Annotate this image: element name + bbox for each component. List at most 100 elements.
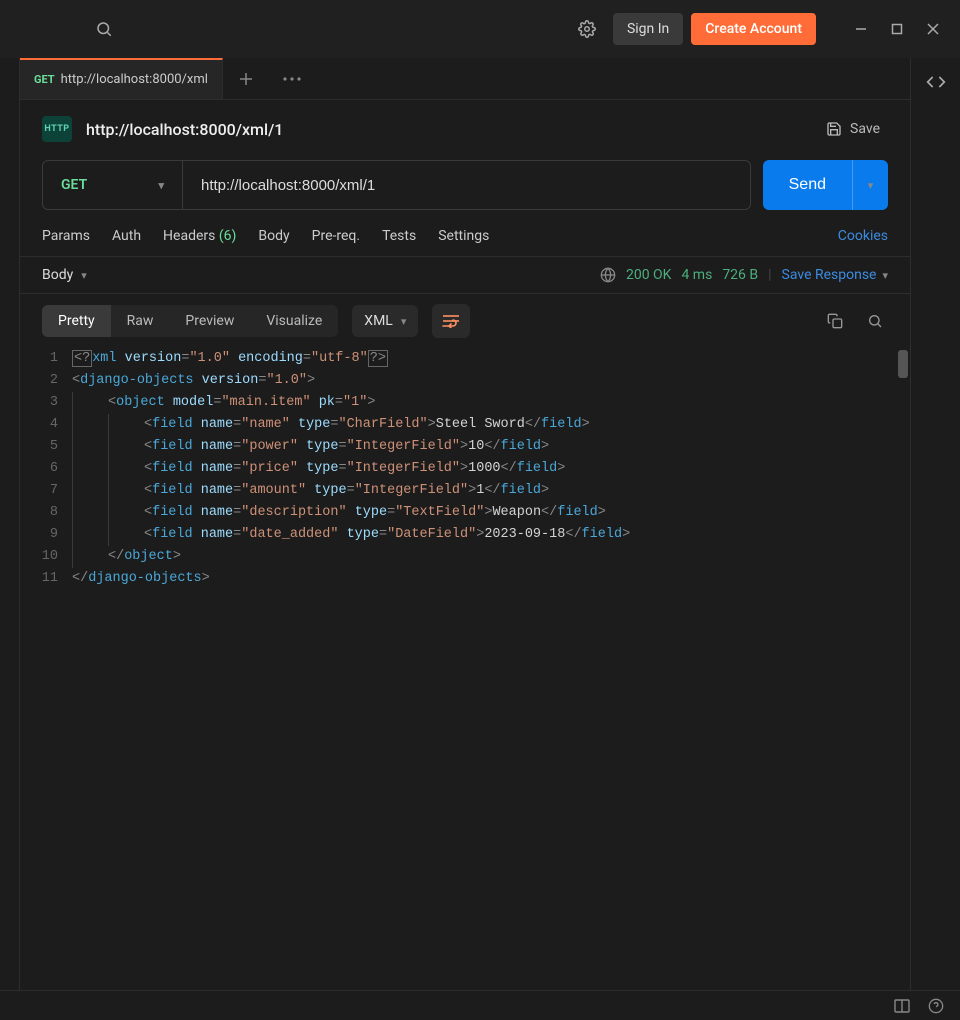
line-number: 7 [20, 480, 72, 502]
tab-headers-label: Headers [163, 228, 215, 244]
url-input[interactable] [183, 161, 750, 209]
cookies-link[interactable]: Cookies [838, 228, 888, 244]
tab-settings[interactable]: Settings [438, 228, 489, 244]
code-line: 6<field name="price" type="IntegerField"… [20, 458, 910, 480]
chevron-down-icon: ▾ [868, 179, 874, 192]
scrollbar-thumb[interactable] [898, 350, 908, 378]
tab-overflow-button[interactable] [269, 58, 315, 99]
line-number: 6 [20, 458, 72, 480]
code-line: 2<django-objects version="1.0"> [20, 370, 910, 392]
line-number: 8 [20, 502, 72, 524]
code-line: 9<field name="date_added" type="DateFiel… [20, 524, 910, 546]
titlebar: Sign In Create Account [0, 0, 960, 58]
panel-toggle-icon[interactable] [894, 999, 910, 1013]
wrap-lines-button[interactable] [432, 304, 470, 338]
line-number: 9 [20, 524, 72, 546]
chevron-down-icon: ▾ [882, 269, 888, 282]
view-mode-segment: Pretty Raw Preview Visualize [42, 305, 338, 337]
urlbar: GET ▾ Send ▾ [42, 160, 888, 210]
code-line: 3<object model="main.item" pk="1"> [20, 392, 910, 414]
view-raw[interactable]: Raw [111, 305, 170, 337]
code-line: 4<field name="name" type="CharField">Ste… [20, 414, 910, 436]
sidebar-left [0, 58, 20, 990]
response-size: 726 B [722, 267, 758, 283]
save-label: Save [850, 121, 880, 137]
code-content: <object model="main.item" pk="1"> [72, 392, 375, 414]
chevron-down-icon: ▾ [81, 269, 87, 282]
code-content: </django-objects> [72, 568, 210, 590]
line-number: 10 [20, 546, 72, 568]
tab-method: GET [34, 73, 55, 86]
code-line: 11</django-objects> [20, 568, 910, 590]
sign-in-button[interactable]: Sign In [613, 13, 683, 45]
response-time: 4 ms [681, 267, 712, 283]
sidebar-right [910, 58, 960, 990]
request-title: http://localhost:8000/xml/1 [86, 120, 804, 139]
view-preview[interactable]: Preview [169, 305, 250, 337]
tabstrip: GET http://localhost:8000/xml [20, 58, 910, 100]
method-value: GET [61, 177, 87, 193]
save-button[interactable]: Save [818, 117, 888, 141]
response-view-label: Body [42, 267, 73, 283]
view-toolbar: Pretty Raw Preview Visualize XML ▾ [20, 294, 910, 348]
view-pretty[interactable]: Pretty [42, 305, 111, 337]
view-visualize[interactable]: Visualize [250, 305, 338, 337]
window-maximize-icon[interactable] [888, 20, 906, 38]
code-line: 7<field name="amount" type="IntegerField… [20, 480, 910, 502]
tab-label: http://localhost:8000/xml [61, 72, 208, 87]
code-line: 8<field name="description" type="TextFie… [20, 502, 910, 524]
line-number: 5 [20, 436, 72, 458]
save-response-label: Save Response [782, 267, 877, 283]
request-tab[interactable]: GET http://localhost:8000/xml [20, 58, 223, 99]
tab-auth[interactable]: Auth [112, 228, 141, 244]
code-content: <django-objects version="1.0"> [72, 370, 315, 392]
code-content: <?xml version="1.0" encoding="utf-8"?> [72, 348, 388, 370]
request-header: HTTP http://localhost:8000/xml/1 Save [20, 100, 910, 152]
tab-prereq[interactable]: Pre-req. [312, 228, 360, 244]
code-content: <field name="power" type="IntegerField">… [72, 436, 549, 458]
line-number: 11 [20, 568, 72, 590]
code-content: <field name="description" type="TextFiel… [72, 502, 606, 524]
response-body[interactable]: 1<?xml version="1.0" encoding="utf-8"?>2… [20, 348, 910, 990]
help-icon[interactable] [928, 998, 944, 1014]
response-status: 200 OK [626, 267, 672, 283]
code-line: 1<?xml version="1.0" encoding="utf-8"?> [20, 348, 910, 370]
method-select[interactable]: GET ▾ [43, 161, 183, 209]
response-view-select[interactable]: Body ▾ [42, 267, 87, 283]
code-content: <field name="amount" type="IntegerField"… [72, 480, 549, 502]
tab-headers-count: (6) [219, 228, 237, 244]
line-number: 4 [20, 414, 72, 436]
response-meta: Body ▾ 200 OK 4 ms 726 B | Save Response… [20, 256, 910, 294]
send-options-button[interactable]: ▾ [852, 160, 888, 210]
copy-icon[interactable] [822, 308, 848, 334]
statusbar [0, 990, 960, 1020]
tab-tests[interactable]: Tests [382, 228, 416, 244]
format-value: XML [364, 313, 393, 329]
globe-icon[interactable] [600, 267, 616, 283]
code-line: 10</object> [20, 546, 910, 568]
line-number: 2 [20, 370, 72, 392]
chevron-down-icon: ▾ [401, 315, 407, 328]
tab-headers[interactable]: Headers (6) [163, 228, 236, 244]
window-close-icon[interactable] [924, 20, 942, 38]
code-pane-icon[interactable] [926, 72, 946, 92]
search-icon[interactable] [86, 11, 122, 47]
chevron-down-icon: ▾ [158, 179, 164, 192]
save-response-button[interactable]: Save Response ▾ [782, 267, 888, 283]
line-number: 3 [20, 392, 72, 414]
http-badge-icon: HTTP [42, 116, 72, 142]
content: GET http://localhost:8000/xml HTTP http:… [20, 58, 910, 990]
new-tab-button[interactable] [223, 58, 269, 99]
tab-body[interactable]: Body [258, 228, 289, 244]
code-line: 5<field name="power" type="IntegerField"… [20, 436, 910, 458]
window-minimize-icon[interactable] [852, 20, 870, 38]
code-content: <field name="name" type="CharField">Stee… [72, 414, 590, 436]
send-button[interactable]: Send [763, 160, 852, 210]
code-content: <field name="price" type="IntegerField">… [72, 458, 565, 480]
search-in-body-icon[interactable] [862, 308, 888, 334]
format-select[interactable]: XML ▾ [352, 305, 418, 337]
settings-gear-icon[interactable] [569, 11, 605, 47]
create-account-button[interactable]: Create Account [691, 13, 816, 45]
code-content: <field name="date_added" type="DateField… [72, 524, 630, 546]
tab-params[interactable]: Params [42, 228, 90, 244]
